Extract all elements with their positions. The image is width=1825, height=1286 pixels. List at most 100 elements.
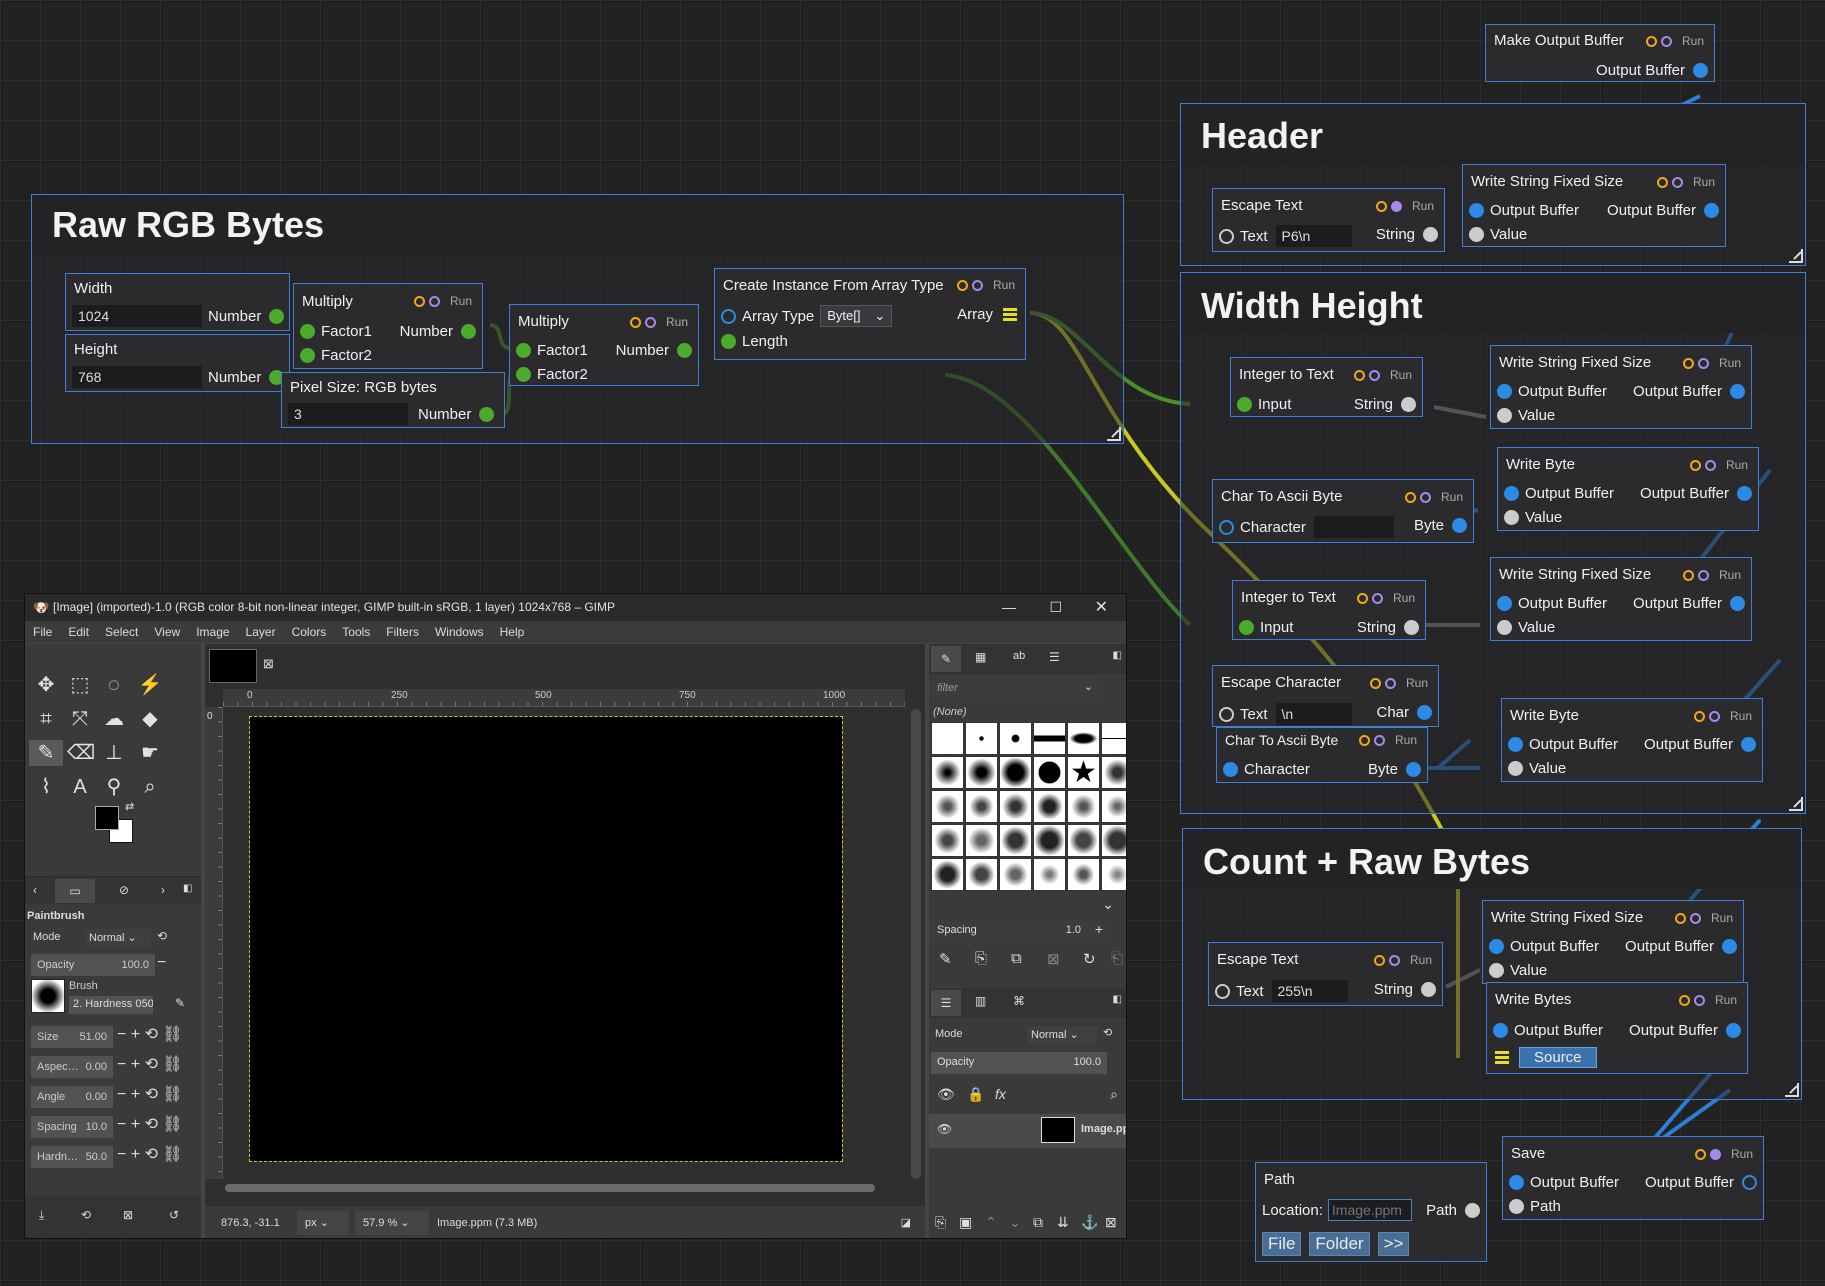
exec-pin-purple[interactable] — [1704, 459, 1716, 471]
minus-icon[interactable]: − — [157, 954, 166, 972]
slider-buttons[interactable]: − + ⟲ ⛓ — [117, 1144, 183, 1164]
open-brush-icon[interactable]: ⎗ — [1111, 950, 1123, 967]
brush-item[interactable] — [1101, 858, 1126, 891]
location-input[interactable] — [1327, 1199, 1412, 1221]
menu-colors[interactable]: Colors — [284, 621, 335, 643]
delete-brush-icon[interactable]: ⊠ — [1047, 950, 1060, 968]
exec-pin-orange[interactable] — [1693, 710, 1705, 722]
refresh-brushes-icon[interactable]: ↻ — [1083, 950, 1096, 968]
output-pin[interactable] — [1726, 1022, 1741, 1038]
brush-item[interactable] — [999, 722, 1032, 755]
close-image-icon[interactable]: ⊠ — [263, 656, 274, 672]
exec-pin-purple[interactable] — [1390, 200, 1402, 212]
delete-preset-icon[interactable]: ⊠ — [123, 1208, 133, 1222]
crop-tool-icon[interactable]: ⌗ — [33, 706, 59, 732]
document-history-tab-icon[interactable]: ☰ — [1049, 650, 1060, 664]
exec-pin-orange[interactable] — [1353, 369, 1365, 381]
exec-pin-purple[interactable] — [1660, 35, 1672, 47]
raise-layer-icon[interactable]: ⌃ — [985, 1214, 997, 1231]
new-brush-icon[interactable]: ⎘ — [975, 950, 987, 967]
input-pin[interactable] — [1508, 760, 1523, 776]
brush-item[interactable]: ★ — [1067, 756, 1100, 789]
exec-pin-purple[interactable] — [971, 279, 983, 291]
node-make-output-buffer[interactable]: Make Output Buffer Run Output Buffer — [1485, 24, 1715, 82]
brush-item[interactable] — [1033, 824, 1066, 857]
exec-pin-orange[interactable] — [413, 295, 425, 307]
exec-pin-orange[interactable] — [1682, 357, 1694, 369]
bucket-fill-tool-icon[interactable]: ◆ — [137, 706, 163, 732]
text-field[interactable]: 255\n — [1271, 980, 1348, 1002]
dock-menu-icon[interactable]: ◧ — [1113, 994, 1122, 1005]
chevron-down-icon[interactable]: ⌄ — [1102, 896, 1114, 913]
layer-name[interactable]: Image.ppm — [1081, 1123, 1126, 1135]
exec-pin-orange[interactable] — [1373, 954, 1385, 966]
smudge-tool-icon[interactable]: ☛ — [137, 740, 163, 766]
output-pin[interactable] — [1401, 396, 1416, 412]
color-picker-tool-icon[interactable]: ⚲ — [101, 774, 127, 800]
slider-buttons[interactable]: − + ⟲ ⛓ — [117, 1054, 183, 1074]
spacing-slider[interactable]: Spacing 10.0 — [31, 1116, 113, 1138]
source-label[interactable]: Source — [1519, 1046, 1597, 1068]
input-pin[interactable] — [1509, 1174, 1524, 1190]
configure-tab-icon[interactable]: ◧ — [183, 883, 192, 894]
close-icon[interactable]: ✕ — [1095, 594, 1108, 621]
output-pin[interactable] — [479, 406, 495, 422]
brush-item[interactable] — [965, 756, 998, 789]
text-field[interactable]: P6\n — [1275, 225, 1352, 247]
exec-pin-purple[interactable] — [1419, 491, 1431, 503]
brush-item[interactable] — [1101, 790, 1126, 823]
exec-pin-orange[interactable] — [1682, 569, 1694, 581]
input-pin[interactable] — [1223, 761, 1238, 777]
exec-pin-purple[interactable] — [1384, 677, 1396, 689]
patterns-tab-icon[interactable]: ▦ — [975, 650, 986, 664]
transform-tool-icon[interactable]: ⤧ — [67, 706, 93, 732]
output-pin[interactable] — [1730, 383, 1745, 399]
filter-input[interactable]: filter ⌄ — [931, 678, 1101, 700]
menu-help[interactable]: Help — [492, 621, 533, 643]
output-pin[interactable] — [1722, 938, 1737, 954]
input-pin[interactable] — [1239, 619, 1254, 635]
slider-buttons[interactable]: − + ⟲ ⛓ — [117, 1114, 183, 1134]
text-tool-icon[interactable]: A — [67, 774, 93, 800]
edit-brush-icon[interactable]: ✎ — [939, 950, 952, 968]
mode-select[interactable]: Normal ⌄ — [85, 929, 151, 947]
menu-view[interactable]: View — [146, 621, 188, 643]
slider-buttons[interactable]: − + ⟲ ⛓ — [117, 1024, 183, 1044]
exec-pin-orange[interactable] — [629, 316, 641, 328]
input-pin[interactable] — [1509, 1198, 1524, 1214]
output-pin[interactable] — [1742, 1174, 1757, 1190]
navigate-icon[interactable]: ◪ — [901, 1216, 911, 1229]
output-pin[interactable] — [1730, 595, 1745, 611]
exec-pin-purple[interactable] — [1671, 176, 1683, 188]
node-write-string-fixed-size-1[interactable]: Write String Fixed Size Run Output Buffe… — [1462, 164, 1726, 247]
clone-tool-icon[interactable]: ⊥ — [101, 740, 127, 766]
input-pin[interactable] — [300, 347, 315, 363]
output-pin[interactable] — [1423, 226, 1438, 242]
horizontal-scrollbar[interactable] — [225, 1184, 875, 1192]
input-pin[interactable] — [1497, 407, 1512, 423]
eye-icon[interactable]: 👁 — [937, 1122, 952, 1136]
node-write-string-fixed-size-3[interactable]: Write String Fixed Size Run Output Buffe… — [1490, 557, 1752, 641]
foreground-color-swatch[interactable] — [95, 806, 119, 830]
swap-colors-icon[interactable]: ⇄ — [125, 800, 134, 813]
menu-tools[interactable]: Tools — [334, 621, 378, 643]
brush-item[interactable] — [999, 824, 1032, 857]
gimp-window[interactable]: 🐶 [Image] (imported)-1.0 (RGB color 8-bi… — [24, 593, 1127, 1239]
canvas-image[interactable] — [249, 716, 843, 1162]
exec-pin-orange[interactable] — [1678, 994, 1690, 1006]
channels-tab-icon[interactable]: ▥ — [975, 994, 986, 1008]
layer-mode-select[interactable]: Normal ⌄ — [1027, 1026, 1097, 1044]
layer-row[interactable]: 👁 Image.ppm — [929, 1114, 1126, 1148]
node-height[interactable]: Height 768 Number — [65, 334, 290, 392]
fonts-tab-icon[interactable]: ab — [1013, 650, 1025, 662]
node-write-string-fixed-size-2[interactable]: Write String Fixed Size Run Output Buffe… — [1490, 345, 1752, 429]
input-pin[interactable] — [1497, 619, 1512, 635]
width-value-field[interactable]: 1024 — [72, 305, 202, 327]
layer-opacity-slider[interactable]: Opacity 100.0 — [931, 1052, 1107, 1074]
brush-item[interactable] — [1101, 824, 1126, 857]
input-pin[interactable] — [1497, 383, 1512, 399]
brush-item[interactable] — [965, 824, 998, 857]
exec-pin-orange[interactable] — [1356, 592, 1368, 604]
brush-item[interactable] — [999, 858, 1032, 891]
menu-image[interactable]: Image — [188, 621, 237, 643]
